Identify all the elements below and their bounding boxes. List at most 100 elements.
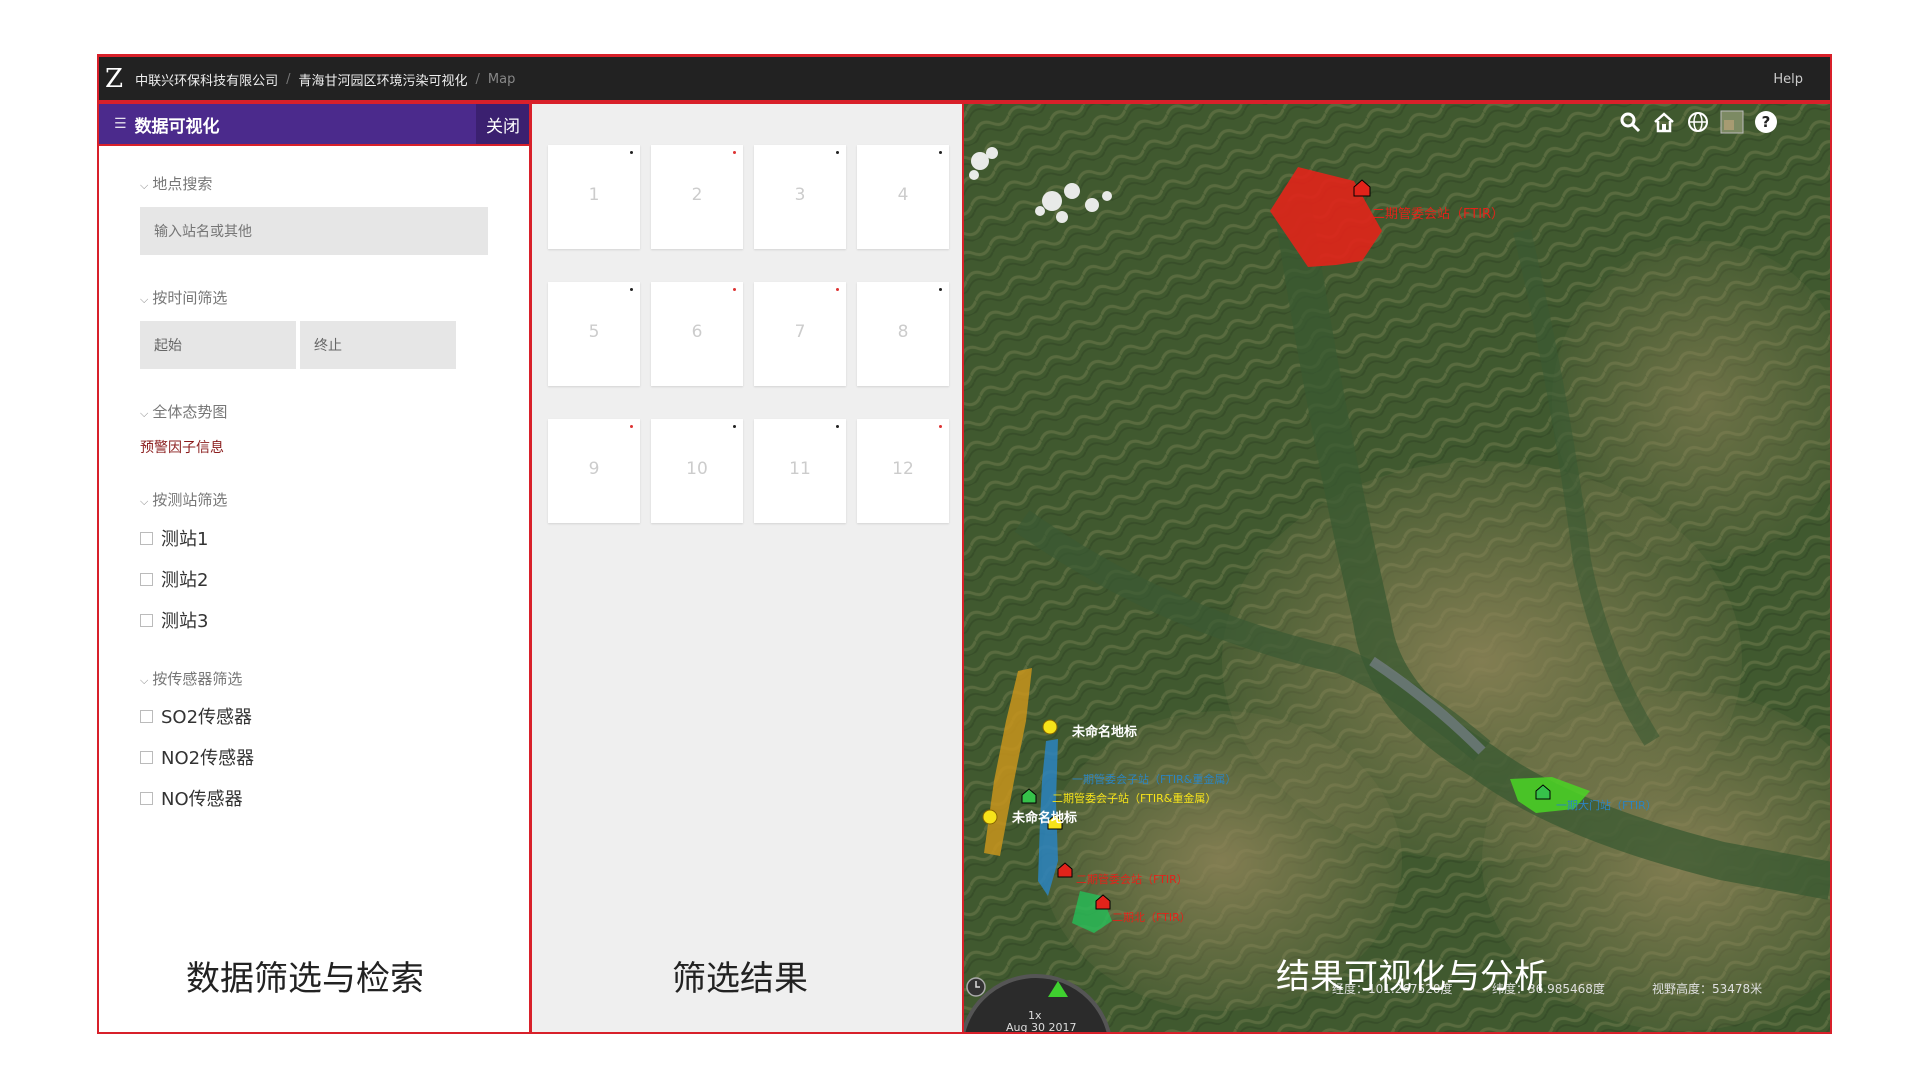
- sensor-checkbox-so2[interactable]: SO2传感器: [140, 703, 252, 729]
- station-label[interactable]: 二期北（FTIR）: [1112, 909, 1191, 925]
- tile-number: 10: [686, 459, 708, 479]
- result-tile[interactable]: 7: [754, 282, 846, 386]
- status-dot-icon: [630, 151, 633, 154]
- section-label: 地点搜索: [152, 175, 213, 193]
- result-tile[interactable]: 1: [548, 145, 640, 249]
- chevron-down-icon: ⌵: [140, 674, 149, 687]
- station-filter-toggle[interactable]: ⌵ 按测站筛选: [140, 489, 227, 510]
- status-dot-icon: [733, 288, 736, 291]
- overview-toggle[interactable]: ⌵ 全体态势图: [140, 401, 227, 422]
- status-dot-icon: [733, 151, 736, 154]
- tile-number: 9: [588, 459, 600, 479]
- breadcrumb-project[interactable]: 青海甘河园区环境污染可视化: [298, 70, 467, 89]
- checkbox-icon[interactable]: [140, 791, 153, 805]
- status-dot-icon: [630, 425, 633, 428]
- station-label[interactable]: 未命名地标: [1012, 807, 1077, 826]
- checkbox-icon[interactable]: [140, 531, 153, 545]
- tile-number: 4: [897, 185, 909, 205]
- status-dot-icon: [733, 425, 736, 428]
- checkbox-label: NO传感器: [161, 789, 243, 810]
- section-label: 按时间筛选: [152, 289, 228, 307]
- checkbox-label: SO2传感器: [161, 707, 253, 728]
- satellite-map-image: [962, 101, 1831, 1033]
- sensor-checkbox-no[interactable]: NO传感器: [140, 785, 243, 811]
- checkbox-label: NO2传感器: [161, 748, 255, 769]
- result-tile[interactable]: 3: [754, 145, 846, 249]
- top-navigation-bar: Z 中联兴环保科技有限公司 / 青海甘河园区环境污染可视化 / Map Help: [97, 55, 1831, 101]
- view-height-readout: 视野高度：53478米: [1652, 982, 1763, 996]
- map-view[interactable]: 二期管委会站（FTIR） 未命名地标 二期管委会子站（FTIR&重金属） 一期管…: [962, 101, 1831, 1033]
- end-time-field[interactable]: 终止: [300, 321, 456, 369]
- start-time-field[interactable]: 起始: [140, 321, 296, 369]
- panel-caption: 数据筛选与检索: [186, 959, 424, 999]
- svg-text:?: ?: [1762, 113, 1771, 131]
- checkbox-icon[interactable]: [140, 750, 153, 764]
- result-tile[interactable]: 10: [651, 419, 743, 523]
- status-dot-icon: [836, 288, 839, 291]
- checkbox-label: 测站1: [161, 529, 209, 550]
- result-tile[interactable]: 12: [857, 419, 949, 523]
- station-label[interactable]: 二期管委会子站（FTIR&重金属）: [1052, 790, 1216, 806]
- breadcrumb-separator: /: [475, 71, 480, 87]
- chevron-down-icon: ⌵: [140, 179, 149, 192]
- help-icon[interactable]: ?: [1753, 109, 1779, 135]
- filter-panel: ☰ 数据可视化 关闭 ⌵地点搜索 ⌵按时间筛选 起始 终止 ⌵全体态势图 预警因…: [98, 103, 530, 1033]
- status-dot-icon: [630, 288, 633, 291]
- checkbox-icon[interactable]: [140, 572, 153, 586]
- tile-number: 1: [588, 185, 600, 205]
- help-link[interactable]: Help: [1773, 72, 1803, 87]
- location-search-toggle[interactable]: ⌵ 地点搜索: [140, 173, 212, 194]
- status-dot-icon: [939, 151, 942, 154]
- globe-icon[interactable]: [1685, 109, 1711, 135]
- checkbox-label: 测站3: [161, 611, 209, 632]
- tile-number: 3: [794, 185, 806, 205]
- panel-title: 数据可视化: [134, 116, 220, 137]
- section-label: 全体态势图: [152, 403, 228, 421]
- animation-date: Aug 30 2017: [1006, 1021, 1077, 1033]
- tile-number: 2: [691, 185, 703, 205]
- result-tile[interactable]: 4: [857, 145, 949, 249]
- sensor-filter-toggle[interactable]: ⌵ 按传感器筛选: [140, 668, 242, 689]
- status-dot-icon: [836, 425, 839, 428]
- result-tile[interactable]: 11: [754, 419, 846, 523]
- map-toolbar: ?: [1617, 109, 1779, 135]
- breadcrumb-current: Map: [487, 71, 516, 87]
- warning-factor-link[interactable]: 预警因子信息: [140, 437, 224, 457]
- close-button[interactable]: 关闭: [476, 103, 530, 145]
- station-label[interactable]: 二期管委会站（FTIR）: [1076, 871, 1188, 887]
- tile-number: 11: [789, 459, 811, 479]
- checkbox-icon[interactable]: [140, 709, 153, 723]
- section-label: 按测站筛选: [152, 491, 228, 509]
- panel-caption: 结果可视化与分析: [1276, 957, 1548, 997]
- station-checkbox-1[interactable]: 测站1: [140, 525, 208, 551]
- result-tile[interactable]: 2: [651, 145, 743, 249]
- status-dot-icon: [939, 288, 942, 291]
- station-checkbox-3[interactable]: 测站3: [140, 607, 208, 633]
- station-label[interactable]: 一期大门站（FTIR）: [1556, 797, 1657, 813]
- checkbox-label: 测站2: [161, 570, 209, 591]
- tile-number: 8: [897, 322, 909, 342]
- app-logo[interactable]: Z: [105, 64, 123, 94]
- result-tile[interactable]: 9: [548, 419, 640, 523]
- home-icon[interactable]: [1651, 109, 1677, 135]
- panel-header: ☰ 数据可视化 关闭: [98, 103, 530, 145]
- chevron-down-icon: ⌵: [140, 293, 149, 306]
- station-label[interactable]: 二期管委会站（FTIR）: [1372, 203, 1504, 222]
- status-dot-icon: [939, 425, 942, 428]
- layers-icon[interactable]: [1719, 109, 1745, 135]
- sensor-checkbox-no2[interactable]: NO2传感器: [140, 744, 254, 770]
- checkbox-icon[interactable]: [140, 613, 153, 627]
- location-search-input[interactable]: [140, 207, 488, 255]
- chevron-down-icon: ⌵: [140, 495, 149, 508]
- time-filter-toggle[interactable]: ⌵ 按时间筛选: [140, 287, 227, 308]
- station-checkbox-2[interactable]: 测站2: [140, 566, 208, 592]
- tile-number: 5: [588, 322, 600, 342]
- result-tile[interactable]: 8: [857, 282, 949, 386]
- result-tile[interactable]: 5: [548, 282, 640, 386]
- result-tile[interactable]: 6: [651, 282, 743, 386]
- breadcrumb-company[interactable]: 中联兴环保科技有限公司: [135, 70, 278, 89]
- station-label[interactable]: 未命名地标: [1072, 721, 1137, 740]
- tile-number: 12: [892, 459, 914, 479]
- search-icon[interactable]: [1617, 109, 1643, 135]
- station-label[interactable]: 一期管委会子站（FTIR&重金属）: [1072, 771, 1236, 787]
